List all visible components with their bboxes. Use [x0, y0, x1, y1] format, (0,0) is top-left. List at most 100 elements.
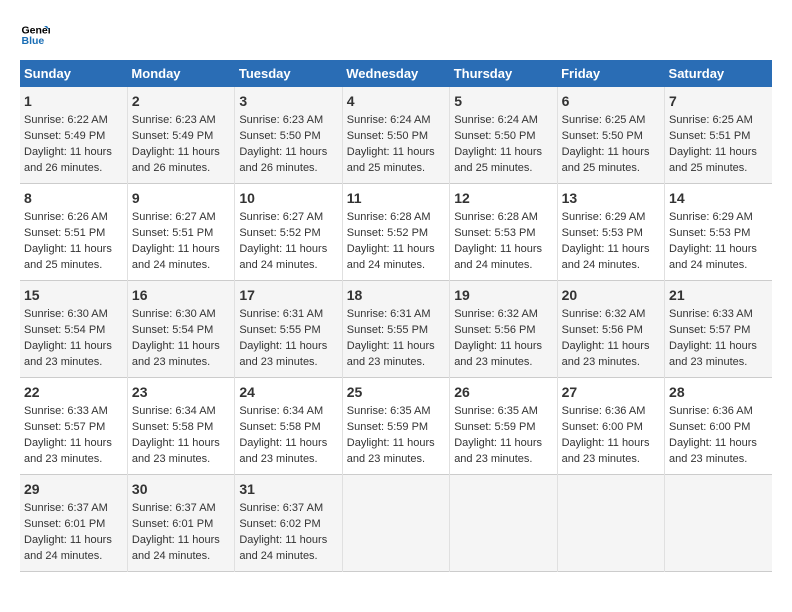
- sunset: Sunset: 5:56 PM: [562, 324, 643, 336]
- daylight: Daylight: 11 hours and 26 minutes.: [239, 146, 327, 174]
- day-number: 31: [239, 479, 337, 499]
- header-row: SundayMondayTuesdayWednesdayThursdayFrid…: [20, 60, 772, 87]
- sunset: Sunset: 6:00 PM: [669, 421, 750, 433]
- daylight: Daylight: 11 hours and 23 minutes.: [132, 340, 220, 368]
- sunset: Sunset: 5:50 PM: [562, 130, 643, 142]
- day-number: 15: [24, 285, 123, 305]
- logo: General Blue: [20, 20, 50, 50]
- day-number: 6: [562, 91, 660, 111]
- sunset: Sunset: 6:01 PM: [24, 518, 105, 530]
- sunrise: Sunrise: 6:31 AM: [347, 308, 431, 320]
- day-cell: 21Sunrise: 6:33 AMSunset: 5:57 PMDayligh…: [665, 281, 772, 378]
- sunset: Sunset: 6:00 PM: [562, 421, 643, 433]
- day-cell: 3Sunrise: 6:23 AMSunset: 5:50 PMDaylight…: [235, 87, 342, 184]
- sunrise: Sunrise: 6:23 AM: [132, 114, 216, 126]
- sunrise: Sunrise: 6:36 AM: [669, 405, 753, 417]
- day-cell: 20Sunrise: 6:32 AMSunset: 5:56 PMDayligh…: [557, 281, 664, 378]
- day-cell: 29Sunrise: 6:37 AMSunset: 6:01 PMDayligh…: [20, 475, 127, 572]
- sunset: Sunset: 6:01 PM: [132, 518, 213, 530]
- sunrise: Sunrise: 6:24 AM: [347, 114, 431, 126]
- sunset: Sunset: 5:52 PM: [239, 227, 320, 239]
- daylight: Daylight: 11 hours and 23 minutes.: [562, 437, 650, 465]
- sunrise: Sunrise: 6:37 AM: [132, 502, 216, 514]
- daylight: Daylight: 11 hours and 25 minutes.: [454, 146, 542, 174]
- day-number: 2: [132, 91, 230, 111]
- week-row-5: 29Sunrise: 6:37 AMSunset: 6:01 PMDayligh…: [20, 475, 772, 572]
- day-number: 21: [669, 285, 768, 305]
- daylight: Daylight: 11 hours and 23 minutes.: [347, 437, 435, 465]
- daylight: Daylight: 11 hours and 23 minutes.: [24, 340, 112, 368]
- day-cell: 25Sunrise: 6:35 AMSunset: 5:59 PMDayligh…: [342, 378, 449, 475]
- day-cell: 10Sunrise: 6:27 AMSunset: 5:52 PMDayligh…: [235, 184, 342, 281]
- sunrise: Sunrise: 6:29 AM: [562, 211, 646, 223]
- sunrise: Sunrise: 6:34 AM: [239, 405, 323, 417]
- daylight: Daylight: 11 hours and 24 minutes.: [132, 243, 220, 271]
- daylight: Daylight: 11 hours and 23 minutes.: [669, 437, 757, 465]
- day-cell: 6Sunrise: 6:25 AMSunset: 5:50 PMDaylight…: [557, 87, 664, 184]
- sunrise: Sunrise: 6:34 AM: [132, 405, 216, 417]
- daylight: Daylight: 11 hours and 24 minutes.: [239, 534, 327, 562]
- day-cell: 4Sunrise: 6:24 AMSunset: 5:50 PMDaylight…: [342, 87, 449, 184]
- day-cell: [557, 475, 664, 572]
- daylight: Daylight: 11 hours and 26 minutes.: [132, 146, 220, 174]
- week-row-4: 22Sunrise: 6:33 AMSunset: 5:57 PMDayligh…: [20, 378, 772, 475]
- week-row-1: 1Sunrise: 6:22 AMSunset: 5:49 PMDaylight…: [20, 87, 772, 184]
- col-header-friday: Friday: [557, 60, 664, 87]
- day-cell: 12Sunrise: 6:28 AMSunset: 5:53 PMDayligh…: [450, 184, 557, 281]
- day-number: 11: [347, 188, 445, 208]
- day-cell: [450, 475, 557, 572]
- day-cell: 13Sunrise: 6:29 AMSunset: 5:53 PMDayligh…: [557, 184, 664, 281]
- sunset: Sunset: 5:51 PM: [669, 130, 750, 142]
- daylight: Daylight: 11 hours and 25 minutes.: [347, 146, 435, 174]
- daylight: Daylight: 11 hours and 25 minutes.: [562, 146, 650, 174]
- day-number: 12: [454, 188, 552, 208]
- daylight: Daylight: 11 hours and 24 minutes.: [239, 243, 327, 271]
- sunset: Sunset: 5:56 PM: [454, 324, 535, 336]
- sunrise: Sunrise: 6:35 AM: [454, 405, 538, 417]
- sunset: Sunset: 5:50 PM: [454, 130, 535, 142]
- day-cell: 23Sunrise: 6:34 AMSunset: 5:58 PMDayligh…: [127, 378, 234, 475]
- daylight: Daylight: 11 hours and 23 minutes.: [454, 340, 542, 368]
- day-cell: 27Sunrise: 6:36 AMSunset: 6:00 PMDayligh…: [557, 378, 664, 475]
- day-number: 28: [669, 382, 768, 402]
- sunset: Sunset: 5:57 PM: [669, 324, 750, 336]
- day-number: 16: [132, 285, 230, 305]
- sunrise: Sunrise: 6:29 AM: [669, 211, 753, 223]
- day-cell: [342, 475, 449, 572]
- daylight: Daylight: 11 hours and 24 minutes.: [669, 243, 757, 271]
- day-cell: 16Sunrise: 6:30 AMSunset: 5:54 PMDayligh…: [127, 281, 234, 378]
- daylight: Daylight: 11 hours and 23 minutes.: [454, 437, 542, 465]
- sunset: Sunset: 5:59 PM: [347, 421, 428, 433]
- daylight: Daylight: 11 hours and 26 minutes.: [24, 146, 112, 174]
- day-number: 1: [24, 91, 123, 111]
- day-number: 13: [562, 188, 660, 208]
- daylight: Daylight: 11 hours and 25 minutes.: [669, 146, 757, 174]
- sunset: Sunset: 5:53 PM: [562, 227, 643, 239]
- daylight: Daylight: 11 hours and 24 minutes.: [347, 243, 435, 271]
- day-cell: 22Sunrise: 6:33 AMSunset: 5:57 PMDayligh…: [20, 378, 127, 475]
- sunrise: Sunrise: 6:28 AM: [454, 211, 538, 223]
- day-cell: 8Sunrise: 6:26 AMSunset: 5:51 PMDaylight…: [20, 184, 127, 281]
- day-number: 19: [454, 285, 552, 305]
- day-number: 20: [562, 285, 660, 305]
- sunrise: Sunrise: 6:35 AM: [347, 405, 431, 417]
- day-cell: 30Sunrise: 6:37 AMSunset: 6:01 PMDayligh…: [127, 475, 234, 572]
- sunrise: Sunrise: 6:23 AM: [239, 114, 323, 126]
- day-number: 18: [347, 285, 445, 305]
- sunset: Sunset: 5:53 PM: [669, 227, 750, 239]
- day-cell: 31Sunrise: 6:37 AMSunset: 6:02 PMDayligh…: [235, 475, 342, 572]
- day-number: 23: [132, 382, 230, 402]
- sunrise: Sunrise: 6:36 AM: [562, 405, 646, 417]
- day-number: 14: [669, 188, 768, 208]
- sunrise: Sunrise: 6:22 AM: [24, 114, 108, 126]
- day-number: 9: [132, 188, 230, 208]
- sunset: Sunset: 5:55 PM: [347, 324, 428, 336]
- sunrise: Sunrise: 6:27 AM: [239, 211, 323, 223]
- sunset: Sunset: 5:59 PM: [454, 421, 535, 433]
- daylight: Daylight: 11 hours and 23 minutes.: [562, 340, 650, 368]
- sunset: Sunset: 5:52 PM: [347, 227, 428, 239]
- day-number: 17: [239, 285, 337, 305]
- col-header-sunday: Sunday: [20, 60, 127, 87]
- day-cell: 26Sunrise: 6:35 AMSunset: 5:59 PMDayligh…: [450, 378, 557, 475]
- sunset: Sunset: 5:51 PM: [24, 227, 105, 239]
